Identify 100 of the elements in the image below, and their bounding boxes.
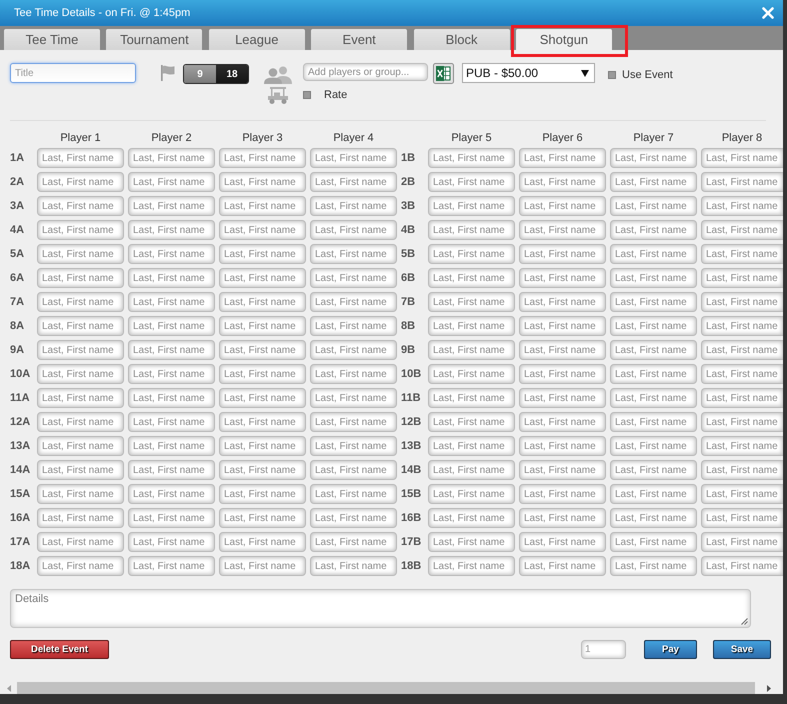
tab[interactable]: Event bbox=[311, 29, 408, 50]
player-name-field[interactable]: Last, First name bbox=[128, 388, 215, 408]
player-name-field[interactable]: Last, First name bbox=[128, 364, 215, 384]
delete-event-button[interactable]: Delete Event bbox=[10, 640, 109, 659]
player-name-field[interactable]: Last, First name bbox=[519, 316, 606, 336]
player-name-field[interactable]: Last, First name bbox=[310, 148, 397, 168]
player-name-field[interactable]: Last, First name bbox=[219, 292, 306, 312]
player-name-field[interactable]: Last, First name bbox=[519, 364, 606, 384]
details-field[interactable]: Details bbox=[10, 589, 751, 628]
player-name-field[interactable]: Last, First name bbox=[219, 364, 306, 384]
player-name-field[interactable]: Last, First name bbox=[701, 244, 783, 264]
player-name-field[interactable]: Last, First name bbox=[701, 484, 783, 504]
scroll-left-icon[interactable] bbox=[6, 684, 10, 692]
player-name-field[interactable]: Last, First name bbox=[701, 172, 783, 192]
player-name-field[interactable]: Last, First name bbox=[310, 460, 397, 480]
player-name-field[interactable]: Last, First name bbox=[37, 220, 124, 240]
player-name-field[interactable]: Last, First name bbox=[519, 244, 606, 264]
rate-dropdown[interactable]: PUB - $50.00 bbox=[462, 63, 595, 83]
player-name-field[interactable]: Last, First name bbox=[37, 460, 124, 480]
player-name-field[interactable]: Last, First name bbox=[310, 436, 397, 456]
player-name-field[interactable]: Last, First name bbox=[428, 484, 515, 504]
player-name-field[interactable]: Last, First name bbox=[428, 556, 515, 576]
player-name-field[interactable]: Last, First name bbox=[310, 316, 397, 336]
player-name-field[interactable]: Last, First name bbox=[37, 268, 124, 288]
player-name-field[interactable]: Last, First name bbox=[37, 364, 124, 384]
player-name-field[interactable]: Last, First name bbox=[37, 340, 124, 360]
player-name-field[interactable]: Last, First name bbox=[219, 172, 306, 192]
player-name-field[interactable]: Last, First name bbox=[610, 244, 697, 264]
player-name-field[interactable]: Last, First name bbox=[701, 292, 783, 312]
player-name-field[interactable]: Last, First name bbox=[219, 436, 306, 456]
player-name-field[interactable]: Last, First name bbox=[128, 508, 215, 528]
player-name-field[interactable]: Last, First name bbox=[310, 196, 397, 216]
player-name-field[interactable]: Last, First name bbox=[428, 340, 515, 360]
player-name-field[interactable]: Last, First name bbox=[219, 340, 306, 360]
player-name-field[interactable]: Last, First name bbox=[701, 460, 783, 480]
player-name-field[interactable]: Last, First name bbox=[219, 460, 306, 480]
player-name-field[interactable]: Last, First name bbox=[310, 364, 397, 384]
player-name-field[interactable]: Last, First name bbox=[519, 340, 606, 360]
player-name-field[interactable]: Last, First name bbox=[610, 316, 697, 336]
player-name-field[interactable]: Last, First name bbox=[128, 220, 215, 240]
player-name-field[interactable]: Last, First name bbox=[128, 148, 215, 168]
holes-option[interactable]: 9 bbox=[184, 65, 216, 83]
player-name-field[interactable]: Last, First name bbox=[519, 148, 606, 168]
player-name-field[interactable]: Last, First name bbox=[37, 532, 124, 552]
player-name-field[interactable]: Last, First name bbox=[610, 292, 697, 312]
player-name-field[interactable]: Last, First name bbox=[610, 556, 697, 576]
player-name-field[interactable]: Last, First name bbox=[428, 292, 515, 312]
quantity-field[interactable]: 1 bbox=[581, 640, 626, 659]
player-name-field[interactable]: Last, First name bbox=[219, 484, 306, 504]
player-name-field[interactable]: Last, First name bbox=[310, 556, 397, 576]
player-name-field[interactable]: Last, First name bbox=[219, 388, 306, 408]
player-name-field[interactable]: Last, First name bbox=[310, 244, 397, 264]
player-name-field[interactable]: Last, First name bbox=[310, 412, 397, 432]
player-name-field[interactable]: Last, First name bbox=[128, 196, 215, 216]
holes-option[interactable]: 18 bbox=[216, 65, 248, 83]
player-name-field[interactable]: Last, First name bbox=[428, 316, 515, 336]
player-name-field[interactable]: Last, First name bbox=[310, 388, 397, 408]
player-name-field[interactable]: Last, First name bbox=[219, 412, 306, 432]
player-name-field[interactable]: Last, First name bbox=[519, 268, 606, 288]
player-name-field[interactable]: Last, First name bbox=[37, 244, 124, 264]
player-name-field[interactable]: Last, First name bbox=[701, 316, 783, 336]
player-name-field[interactable]: Last, First name bbox=[128, 292, 215, 312]
player-name-field[interactable]: Last, First name bbox=[610, 196, 697, 216]
player-name-field[interactable]: Last, First name bbox=[519, 460, 606, 480]
player-name-field[interactable]: Last, First name bbox=[701, 508, 783, 528]
player-name-field[interactable]: Last, First name bbox=[219, 508, 306, 528]
player-name-field[interactable]: Last, First name bbox=[701, 364, 783, 384]
player-name-field[interactable]: Last, First name bbox=[428, 220, 515, 240]
player-name-field[interactable]: Last, First name bbox=[428, 532, 515, 552]
player-name-field[interactable]: Last, First name bbox=[310, 268, 397, 288]
player-name-field[interactable]: Last, First name bbox=[37, 436, 124, 456]
player-name-field[interactable]: Last, First name bbox=[701, 412, 783, 432]
player-name-field[interactable]: Last, First name bbox=[701, 388, 783, 408]
player-name-field[interactable]: Last, First name bbox=[519, 220, 606, 240]
player-name-field[interactable]: Last, First name bbox=[610, 460, 697, 480]
player-name-field[interactable]: Last, First name bbox=[219, 148, 306, 168]
player-name-field[interactable]: Last, First name bbox=[128, 244, 215, 264]
player-name-field[interactable]: Last, First name bbox=[610, 220, 697, 240]
player-name-field[interactable]: Last, First name bbox=[37, 196, 124, 216]
player-name-field[interactable]: Last, First name bbox=[701, 436, 783, 456]
player-name-field[interactable]: Last, First name bbox=[128, 460, 215, 480]
player-name-field[interactable]: Last, First name bbox=[519, 172, 606, 192]
player-name-field[interactable]: Last, First name bbox=[610, 148, 697, 168]
player-name-field[interactable]: Last, First name bbox=[128, 340, 215, 360]
player-name-field[interactable]: Last, First name bbox=[610, 532, 697, 552]
scroll-right-icon[interactable] bbox=[767, 684, 771, 692]
player-name-field[interactable]: Last, First name bbox=[219, 556, 306, 576]
pay-button[interactable]: Pay bbox=[644, 640, 697, 659]
player-name-field[interactable]: Last, First name bbox=[519, 292, 606, 312]
player-name-field[interactable]: Last, First name bbox=[128, 172, 215, 192]
player-name-field[interactable]: Last, First name bbox=[519, 436, 606, 456]
player-name-field[interactable]: Last, First name bbox=[128, 532, 215, 552]
player-name-field[interactable]: Last, First name bbox=[37, 148, 124, 168]
player-name-field[interactable]: Last, First name bbox=[310, 220, 397, 240]
player-name-field[interactable]: Last, First name bbox=[519, 388, 606, 408]
title-field[interactable]: Title bbox=[10, 63, 136, 83]
player-name-field[interactable]: Last, First name bbox=[610, 268, 697, 288]
player-name-field[interactable]: Last, First name bbox=[610, 436, 697, 456]
save-button[interactable]: Save bbox=[713, 640, 771, 659]
player-name-field[interactable]: Last, First name bbox=[128, 484, 215, 504]
